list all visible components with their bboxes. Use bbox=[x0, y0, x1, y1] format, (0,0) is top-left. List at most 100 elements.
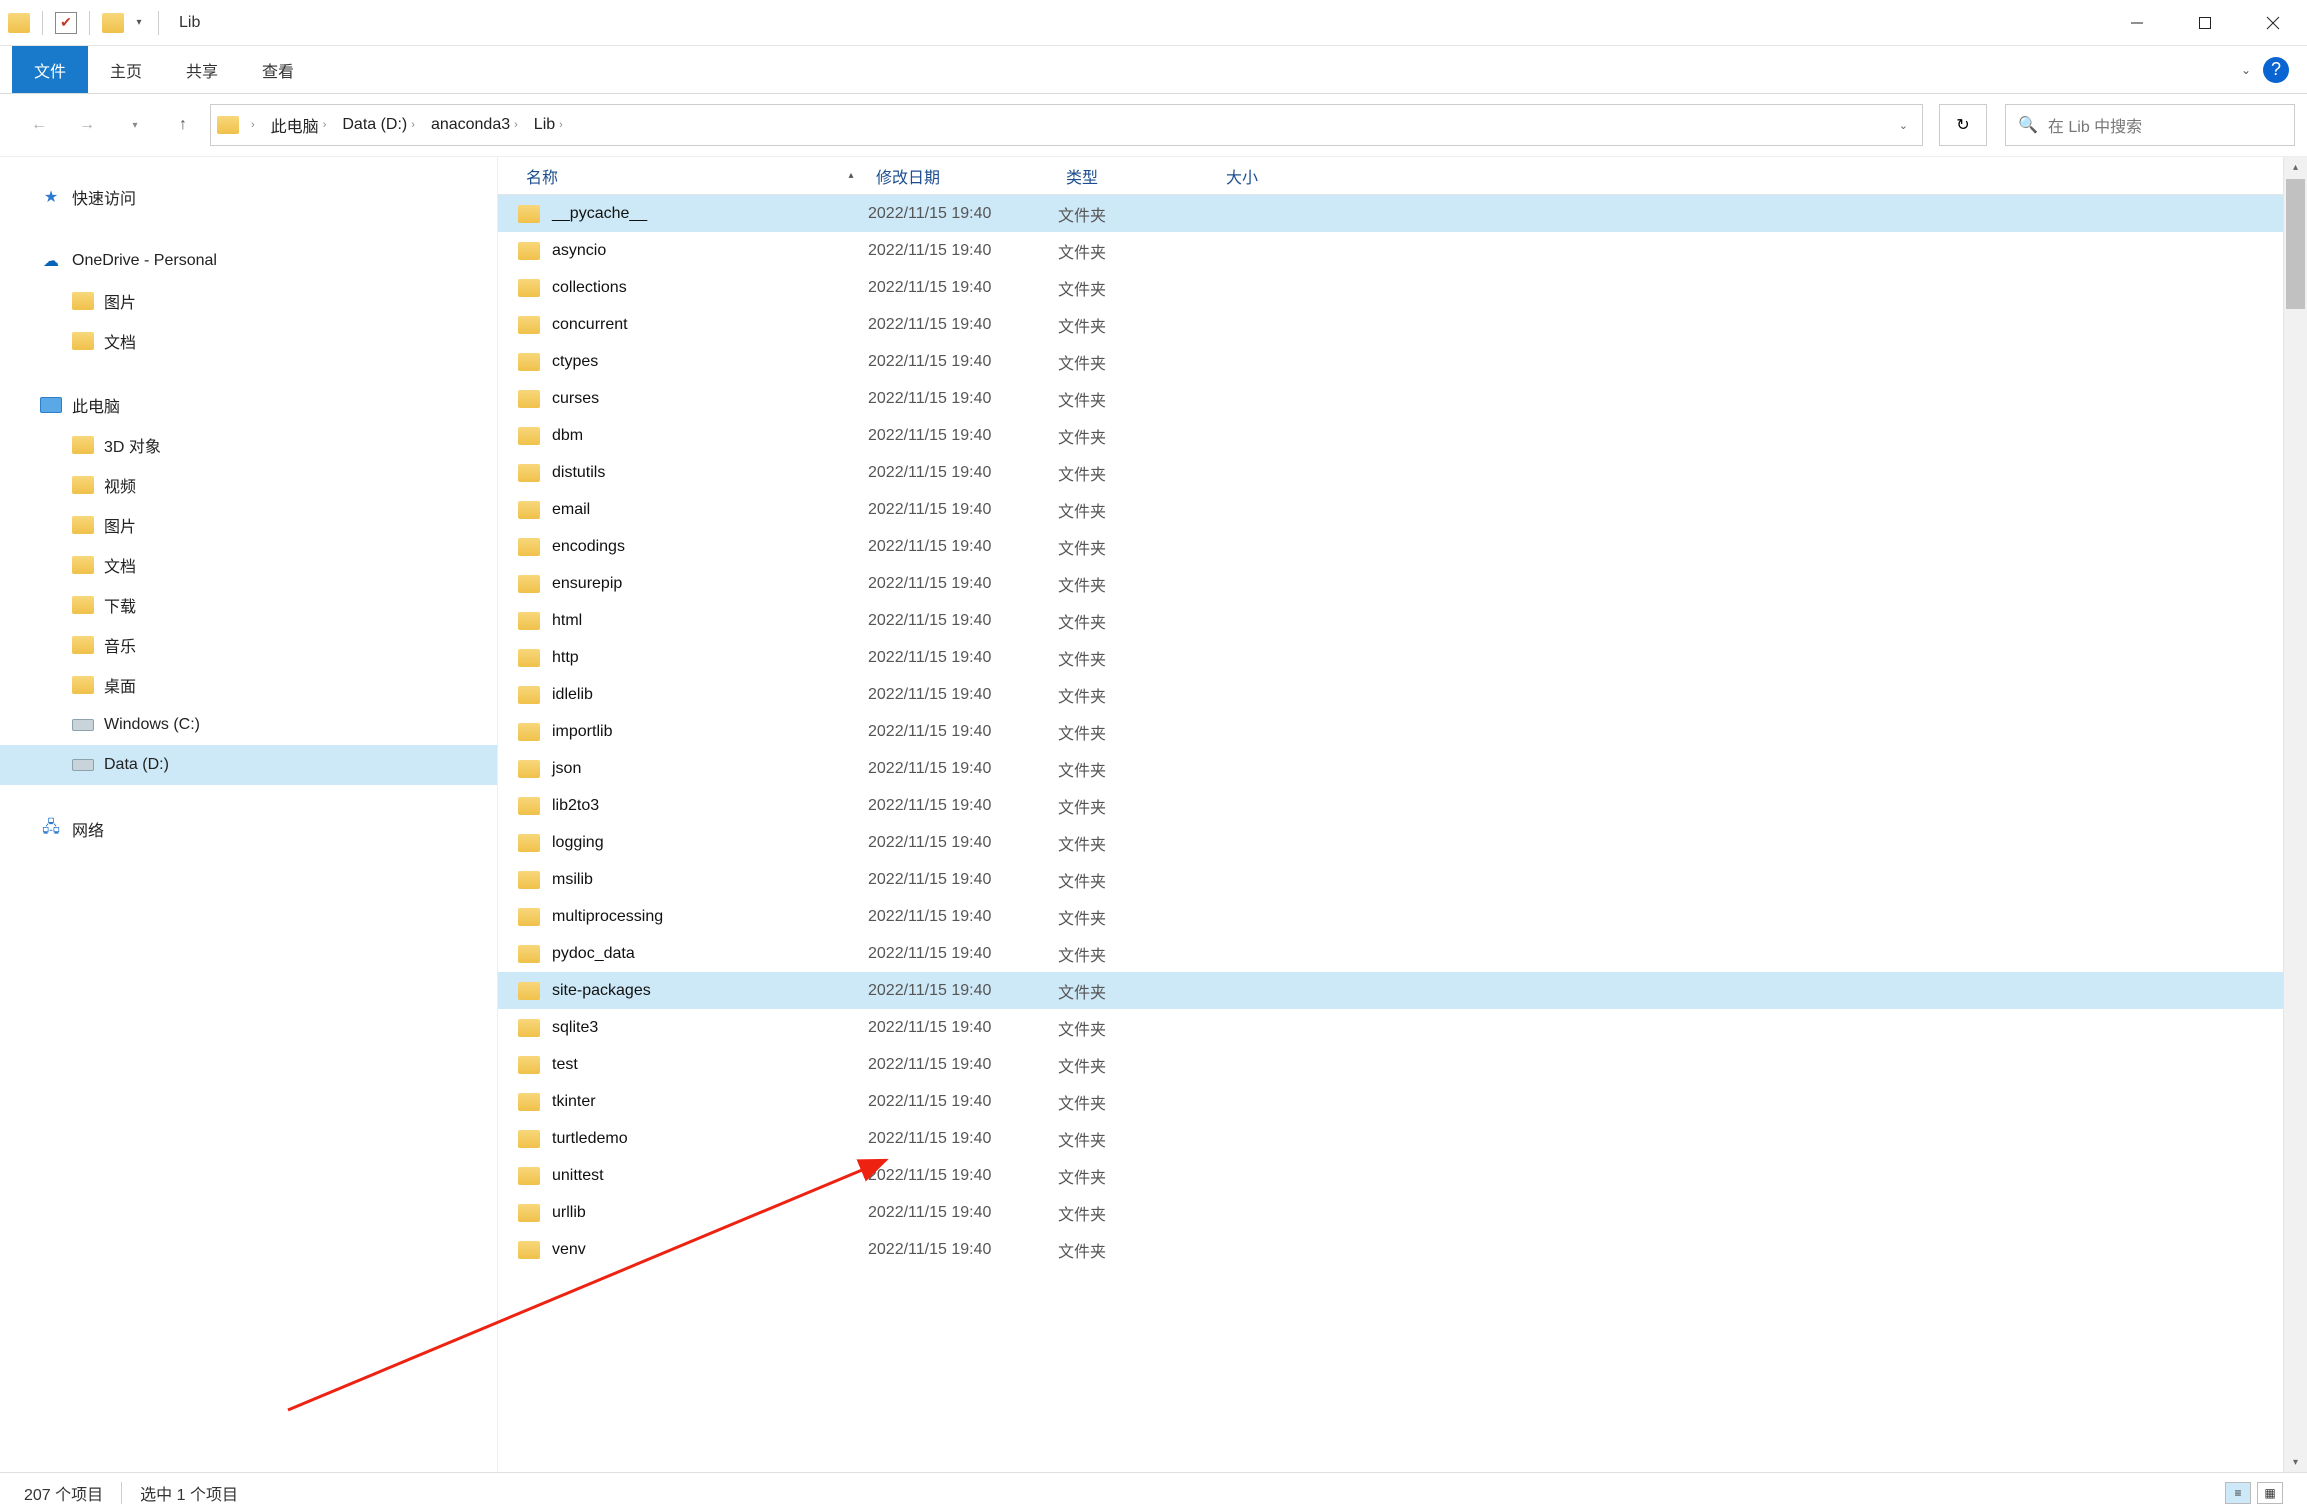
file-row[interactable]: dbm2022/11/15 19:40文件夹 bbox=[498, 417, 2307, 454]
address-history-icon[interactable]: ⌄ bbox=[1899, 119, 1908, 132]
back-button[interactable]: ← bbox=[18, 104, 60, 146]
file-row[interactable]: asyncio2022/11/15 19:40文件夹 bbox=[498, 232, 2307, 269]
file-row[interactable]: http2022/11/15 19:40文件夹 bbox=[498, 639, 2307, 676]
file-row[interactable]: turtledemo2022/11/15 19:40文件夹 bbox=[498, 1120, 2307, 1157]
file-name: venv bbox=[552, 1241, 868, 1259]
folder-icon bbox=[72, 596, 94, 614]
file-row[interactable]: ensurepip2022/11/15 19:40文件夹 bbox=[498, 565, 2307, 602]
sidebar-item[interactable]: 图片 bbox=[0, 281, 497, 321]
file-row[interactable]: importlib2022/11/15 19:40文件夹 bbox=[498, 713, 2307, 750]
file-row[interactable]: curses2022/11/15 19:40文件夹 bbox=[498, 380, 2307, 417]
folder-icon bbox=[518, 686, 540, 704]
breadcrumb[interactable]: Lib› bbox=[526, 110, 571, 140]
file-name: site-packages bbox=[552, 982, 868, 1000]
sidebar-item[interactable]: 音乐 bbox=[0, 625, 497, 665]
file-row[interactable]: site-packages2022/11/15 19:40文件夹 bbox=[498, 972, 2307, 1009]
file-type: 文件夹 bbox=[1058, 831, 1218, 855]
up-button[interactable]: ↑ bbox=[162, 104, 204, 146]
status-item-count: 207 个项目 bbox=[24, 1481, 103, 1505]
file-row[interactable]: concurrent2022/11/15 19:40文件夹 bbox=[498, 306, 2307, 343]
maximize-button[interactable] bbox=[2171, 0, 2239, 46]
file-name: msilib bbox=[552, 871, 868, 889]
file-row[interactable]: html2022/11/15 19:40文件夹 bbox=[498, 602, 2307, 639]
qat-properties-icon[interactable]: ✔ bbox=[55, 12, 77, 34]
view-details-icon[interactable]: ≡ bbox=[2225, 1482, 2251, 1504]
file-row[interactable]: test2022/11/15 19:40文件夹 bbox=[498, 1046, 2307, 1083]
file-type: 文件夹 bbox=[1058, 720, 1218, 744]
file-row[interactable]: sqlite32022/11/15 19:40文件夹 bbox=[498, 1009, 2307, 1046]
folder-icon bbox=[518, 982, 540, 1000]
sidebar-item[interactable]: 视频 bbox=[0, 465, 497, 505]
file-row[interactable]: urllib2022/11/15 19:40文件夹 bbox=[498, 1194, 2307, 1231]
breadcrumb[interactable]: 此电脑› bbox=[263, 107, 335, 143]
file-row[interactable]: email2022/11/15 19:40文件夹 bbox=[498, 491, 2307, 528]
ribbon-tab-view[interactable]: 查看 bbox=[240, 46, 316, 93]
file-row[interactable]: venv2022/11/15 19:40文件夹 bbox=[498, 1231, 2307, 1268]
file-date: 2022/11/15 19:40 bbox=[868, 945, 1058, 963]
file-row[interactable]: tkinter2022/11/15 19:40文件夹 bbox=[498, 1083, 2307, 1120]
close-button[interactable] bbox=[2239, 0, 2307, 46]
file-row[interactable]: json2022/11/15 19:40文件夹 bbox=[498, 750, 2307, 787]
sidebar-item[interactable]: 桌面 bbox=[0, 665, 497, 705]
file-row[interactable]: msilib2022/11/15 19:40文件夹 bbox=[498, 861, 2307, 898]
file-row[interactable]: logging2022/11/15 19:40文件夹 bbox=[498, 824, 2307, 861]
ribbon-tab-home[interactable]: 主页 bbox=[88, 46, 164, 93]
search-input[interactable]: 🔍 在 Lib 中搜索 bbox=[2005, 104, 2295, 146]
file-row[interactable]: ctypes2022/11/15 19:40文件夹 bbox=[498, 343, 2307, 380]
sidebar-network[interactable]: 🖧网络 bbox=[0, 809, 497, 849]
sidebar-item[interactable]: 文档 bbox=[0, 545, 497, 585]
view-large-icon[interactable]: ▦ bbox=[2257, 1482, 2283, 1504]
breadcrumb[interactable]: Data (D:)› bbox=[334, 110, 423, 140]
breadcrumb[interactable]: anaconda3› bbox=[423, 110, 526, 140]
sidebar-item[interactable]: Windows (C:) bbox=[0, 705, 497, 745]
scroll-thumb[interactable] bbox=[2286, 179, 2305, 309]
qat-new-folder-icon[interactable] bbox=[102, 13, 124, 33]
minimize-button[interactable] bbox=[2103, 0, 2171, 46]
sidebar-label: Windows (C:) bbox=[104, 716, 200, 734]
help-icon[interactable]: ? bbox=[2263, 57, 2289, 83]
column-type[interactable]: 类型 bbox=[1058, 164, 1218, 188]
file-name: concurrent bbox=[552, 316, 868, 334]
column-size[interactable]: 大小 bbox=[1218, 164, 1338, 188]
column-date[interactable]: 修改日期 bbox=[868, 164, 1058, 188]
ribbon-file-tab[interactable]: 文件 bbox=[12, 46, 88, 93]
scrollbar[interactable]: ▴ ▾ bbox=[2283, 157, 2307, 1472]
file-type: 文件夹 bbox=[1058, 424, 1218, 448]
file-row[interactable]: lib2to32022/11/15 19:40文件夹 bbox=[498, 787, 2307, 824]
ribbon-tab-share[interactable]: 共享 bbox=[164, 46, 240, 93]
file-date: 2022/11/15 19:40 bbox=[868, 205, 1058, 223]
scroll-up-icon[interactable]: ▴ bbox=[2284, 157, 2307, 177]
sidebar-item[interactable]: Data (D:) bbox=[0, 745, 497, 785]
folder-icon bbox=[518, 390, 540, 408]
file-row[interactable]: multiprocessing2022/11/15 19:40文件夹 bbox=[498, 898, 2307, 935]
sidebar-onedrive[interactable]: ☁OneDrive - Personal bbox=[0, 241, 497, 281]
file-row[interactable]: collections2022/11/15 19:40文件夹 bbox=[498, 269, 2307, 306]
scroll-down-icon[interactable]: ▾ bbox=[2284, 1452, 2307, 1472]
file-row[interactable]: unittest2022/11/15 19:40文件夹 bbox=[498, 1157, 2307, 1194]
file-type: 文件夹 bbox=[1058, 535, 1218, 559]
ribbon-expand-icon[interactable]: ⌄ bbox=[2241, 63, 2251, 77]
window-title: Lib bbox=[179, 14, 200, 32]
address-bar[interactable]: › 此电脑› Data (D:)› anaconda3› Lib› ⌄ bbox=[210, 104, 1923, 146]
sidebar-item[interactable]: 3D 对象 bbox=[0, 425, 497, 465]
folder-icon bbox=[518, 427, 540, 445]
sidebar-item[interactable]: 下载 bbox=[0, 585, 497, 625]
qat-dropdown-icon[interactable]: ▾ bbox=[132, 17, 146, 28]
sidebar-item[interactable]: 文档 bbox=[0, 321, 497, 361]
refresh-button[interactable]: ↻ bbox=[1939, 104, 1987, 146]
sidebar-label: 音乐 bbox=[104, 633, 136, 657]
recent-locations-button[interactable]: ▾ bbox=[114, 104, 156, 146]
breadcrumb[interactable]: › bbox=[243, 113, 263, 137]
file-row[interactable]: distutils2022/11/15 19:40文件夹 bbox=[498, 454, 2307, 491]
file-type: 文件夹 bbox=[1058, 461, 1218, 485]
column-name[interactable]: 名称 bbox=[518, 164, 868, 188]
file-row[interactable]: idlelib2022/11/15 19:40文件夹 bbox=[498, 676, 2307, 713]
file-row[interactable]: encodings2022/11/15 19:40文件夹 bbox=[498, 528, 2307, 565]
file-name: ensurepip bbox=[552, 575, 868, 593]
sidebar-this-pc[interactable]: 此电脑 bbox=[0, 385, 497, 425]
forward-button[interactable]: → bbox=[66, 104, 108, 146]
file-row[interactable]: __pycache__2022/11/15 19:40文件夹 bbox=[498, 195, 2307, 232]
file-row[interactable]: pydoc_data2022/11/15 19:40文件夹 bbox=[498, 935, 2307, 972]
sidebar-item[interactable]: 图片 bbox=[0, 505, 497, 545]
sidebar-quick-access[interactable]: ★快速访问 bbox=[0, 177, 497, 217]
